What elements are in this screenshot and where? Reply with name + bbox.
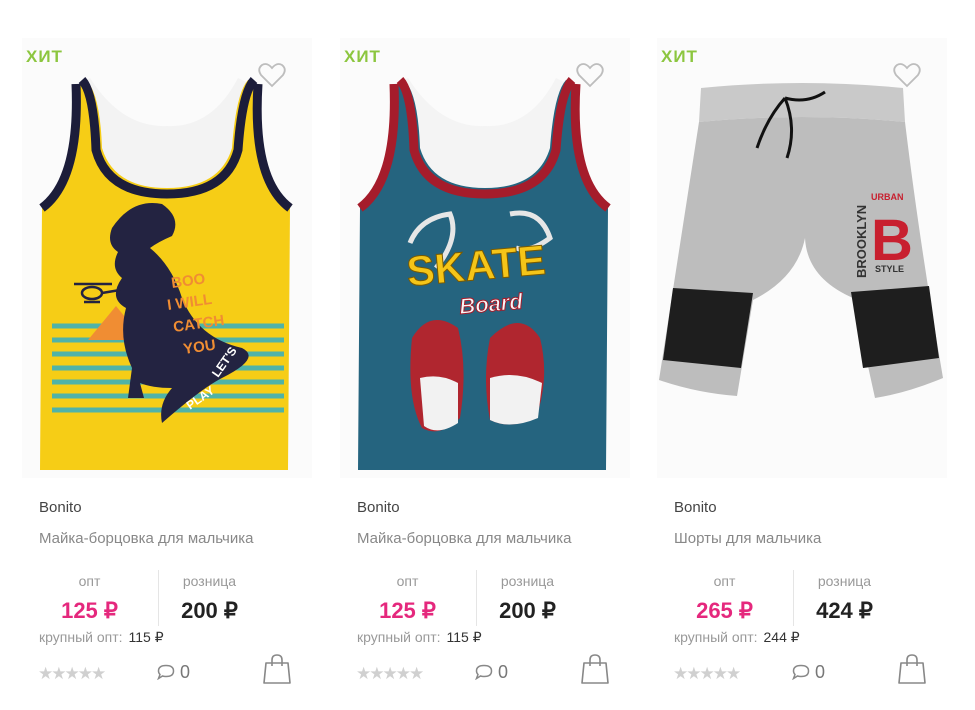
retail-price-label: розница [182,573,237,589]
opt-price-value: 265 ₽ [696,598,753,623]
star-icon[interactable]: ★ [38,664,53,684]
opt-price-column: опт 125 ₽ [340,570,475,624]
heart-outline-icon[interactable] [893,62,921,88]
product-brand[interactable]: Bonito [39,499,82,516]
bulk-price: крупный опт: 244 ₽ [674,629,800,646]
product-image-blue-tank-top[interactable]: SKATE Board [340,38,630,478]
bulk-price-value: 244 ₽ [763,629,800,645]
product-name[interactable]: Майка-борцовка для мальчика [39,530,253,547]
rating-stars[interactable]: ★★★★★ [356,664,424,684]
product-card[interactable]: SKATE Board ХИТ Bonito Майка-борцовка дл… [340,0,658,710]
star-icon[interactable]: ★ [686,664,701,684]
product-card[interactable]: BROOKLYN URBAN B STYLE ХИТ Bonito Шорты … [657,0,975,710]
opt-price-label: опт [78,573,101,589]
star-icon[interactable]: ★ [409,664,424,684]
hit-badge: ХИТ [661,47,698,66]
opt-price-label: опт [713,573,736,589]
retail-price-value: 424 ₽ [816,598,873,623]
bulk-price-value: 115 ₽ [446,629,482,645]
speech-bubble-icon [792,664,810,681]
product-brand[interactable]: Bonito [674,499,717,516]
price-block: опт 265 ₽ розница 424 ₽ [657,570,927,628]
product-brand[interactable]: Bonito [357,499,400,516]
product-name[interactable]: Майка-борцовка для мальчика [357,530,571,547]
comments-count: 0 [498,662,509,682]
star-icon[interactable]: ★ [396,664,411,684]
bulk-price: крупный опт: 115 ₽ [357,629,482,646]
retail-price-label: розница [500,573,555,589]
speech-bubble-icon [157,664,175,681]
bulk-price-label: крупный опт: [674,629,758,645]
retail-price-column: розница 200 ₽ [142,570,277,624]
bulk-price-label: крупный опт: [39,629,123,645]
star-icon[interactable]: ★ [383,664,398,684]
heart-outline-icon[interactable] [258,62,286,88]
retail-price-label: розница [817,573,872,589]
rating-stars[interactable]: ★★★★★ [673,664,741,684]
product-name[interactable]: Шорты для мальчика [674,530,821,547]
product-grid: BOO I WILL CATCH YOU LET'S PLAY ХИТ Boni… [0,0,975,710]
price-block: опт 125 ₽ розница 200 ₽ [340,570,610,628]
opt-price-value: 125 ₽ [61,598,118,623]
product-image-yellow-tank-top[interactable]: BOO I WILL CATCH YOU LET'S PLAY [22,38,312,478]
star-icon[interactable]: ★ [726,664,741,684]
comments-link[interactable]: 0 [157,662,190,684]
opt-price-label: опт [396,573,419,589]
rating-stars[interactable]: ★★★★★ [38,664,106,684]
hit-badge: ХИТ [344,47,381,66]
shopping-bag-icon[interactable] [262,653,292,685]
shopping-bag-icon[interactable] [897,653,927,685]
comments-count: 0 [180,662,191,682]
bulk-price: крупный опт: 115 ₽ [39,629,164,646]
price-block: опт 125 ₽ розница 200 ₽ [22,570,292,628]
star-icon[interactable]: ★ [51,664,66,684]
star-icon[interactable]: ★ [78,664,93,684]
star-icon[interactable]: ★ [91,664,106,684]
opt-price-column: опт 265 ₽ [657,570,792,624]
print-text-brooklyn: BROOKLYN [854,205,869,278]
hit-badge: ХИТ [26,47,63,66]
opt-price-column: опт 125 ₽ [22,570,157,624]
star-icon[interactable]: ★ [673,664,688,684]
print-text-style: STYLE [875,264,904,274]
star-icon[interactable]: ★ [369,664,384,684]
comments-count: 0 [815,662,826,682]
retail-price-column: розница 200 ₽ [460,570,595,624]
bulk-price-label: крупный опт: [357,629,441,645]
product-card[interactable]: BOO I WILL CATCH YOU LET'S PLAY ХИТ Boni… [22,0,340,710]
comments-link[interactable]: 0 [475,662,508,684]
heart-outline-icon[interactable] [576,62,604,88]
bulk-price-value: 115 ₽ [128,629,164,645]
star-icon[interactable]: ★ [713,664,728,684]
print-text-urban: URBAN [871,192,904,202]
speech-bubble-icon [475,664,493,681]
star-icon[interactable]: ★ [700,664,715,684]
star-icon[interactable]: ★ [65,664,80,684]
comments-link[interactable]: 0 [792,662,825,684]
retail-price-value: 200 ₽ [499,598,556,623]
shopping-bag-icon[interactable] [580,653,610,685]
product-image-grey-shorts[interactable]: BROOKLYN URBAN B STYLE [657,38,947,478]
retail-price-value: 200 ₽ [181,598,238,623]
star-icon[interactable]: ★ [356,664,371,684]
opt-price-value: 125 ₽ [379,598,436,623]
retail-price-column: розница 424 ₽ [777,570,912,624]
